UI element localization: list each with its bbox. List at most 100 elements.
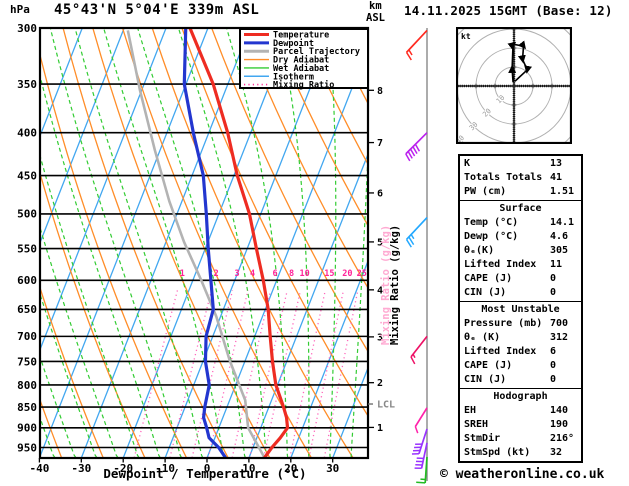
svg-text:3: 3 <box>235 269 240 279</box>
table-row-label: CAPE (J) <box>464 273 513 284</box>
svg-text:600: 600 <box>17 274 37 287</box>
wind-barb <box>410 335 428 365</box>
sounding-app: hPa 45°43'N 5°04'E 339m ASL km ASL 14.11… <box>0 0 629 486</box>
table-row: CAPE (J) 0 <box>460 272 581 286</box>
table-row-value: 700 <box>550 318 569 329</box>
table-row: θₑ (K) 312 <box>460 331 581 345</box>
temperature-axis-label: Dewpoint / Temperature (°C) <box>103 466 307 481</box>
svg-text:6: 6 <box>272 269 277 279</box>
svg-text:1: 1 <box>180 269 185 279</box>
table-row-label: θₑ(K) <box>464 245 495 256</box>
svg-text:2: 2 <box>377 378 383 389</box>
table-row-value: 305 <box>550 245 569 256</box>
svg-text:650: 650 <box>17 303 37 316</box>
lcl-marker: LCL <box>377 400 395 411</box>
table-row-label: StmSpd (kt) <box>464 447 531 458</box>
table-row: Lifted Index 11 <box>460 258 581 272</box>
svg-text:900: 900 <box>17 422 37 435</box>
table-row-label: PW (cm) <box>464 186 507 197</box>
table-row: CIN (J) 0 <box>460 373 581 387</box>
table-row-value: 4.6 <box>550 231 569 242</box>
table-row-label: Pressure (mb) <box>464 318 543 329</box>
table-section: K 13 Totals Totals 41 PW (cm) 1.51 <box>460 156 581 200</box>
table-row-label: θₑ (K) <box>464 332 501 343</box>
table-row-value: 0 <box>550 374 557 385</box>
svg-text:7: 7 <box>377 138 383 149</box>
table-row-label: Lifted Index <box>464 346 537 357</box>
table-row-value: 0 <box>550 287 557 298</box>
table-row: StmDir 216° <box>460 432 581 446</box>
skewt-diagram: 1 2 3 4 6 8 10 15 20 25 300 350 400 450 500 550 600 650 70… <box>17 22 428 484</box>
wind-barb <box>405 132 428 162</box>
svg-text:850: 850 <box>17 401 37 414</box>
table-row-value: 140 <box>550 405 569 416</box>
table-row-value: 32 <box>550 447 563 458</box>
table-row-value: 11 <box>550 259 563 270</box>
table-row-label: CAPE (J) <box>464 360 513 371</box>
table-row: EH 140 <box>460 404 581 418</box>
table-row: Lifted Index 6 <box>460 345 581 359</box>
indices-table: K 13 Totals Totals 41 PW (cm) 1.51 Surface Temp… <box>458 154 583 463</box>
mixing-ratio-axis-label: Mixing Ratio (g/kg) <box>389 225 401 345</box>
table-row-value: 0 <box>550 360 557 371</box>
svg-text:20: 20 <box>342 269 352 279</box>
table-row-value: 190 <box>550 419 569 430</box>
svg-text:6: 6 <box>377 188 383 199</box>
table-section: Most Unstable Pressure (mb) 700 θₑ (K) 312 Li… <box>460 301 581 388</box>
wind-barb <box>405 29 428 61</box>
table-row: K 13 <box>460 157 581 171</box>
svg-text:700: 700 <box>17 330 37 343</box>
table-row-value: 0 <box>550 273 557 284</box>
table-row-label: Temp (°C) <box>464 217 519 228</box>
wind-barb-column <box>405 28 428 484</box>
wind-barb <box>405 216 428 248</box>
svg-text:400: 400 <box>17 126 37 139</box>
svg-text:4: 4 <box>250 269 255 279</box>
table-row: SREH 190 <box>460 418 581 432</box>
table-row-label: EH <box>464 405 477 416</box>
table-section-header: Most Unstable <box>481 304 560 315</box>
table-row-value: 14.1 <box>550 217 575 228</box>
table-row: Totals Totals 41 <box>460 171 581 185</box>
table-section: Surface Temp (°C) 14.1 Dewp (°C) 4.6 θₑ(K) 305… <box>460 200 581 301</box>
svg-text:500: 500 <box>17 208 37 221</box>
legend: TemperatureDewpointParcel TrajectoryDry … <box>239 28 369 91</box>
table-row-label: Totals Totals <box>464 172 543 183</box>
table-row: CIN (J) 0 <box>460 286 581 300</box>
table-section-header: Surface <box>499 203 542 214</box>
table-row-label: StmDir <box>464 433 501 444</box>
svg-text:300: 300 <box>17 22 37 35</box>
sounding-curves <box>126 28 290 458</box>
table-row: Pressure (mb) 700 <box>460 317 581 331</box>
table-row-value: 41 <box>550 172 563 183</box>
table-row-value: 216° <box>550 433 575 444</box>
svg-text:25: 25 <box>357 269 367 279</box>
table-row-value: 312 <box>550 332 569 343</box>
svg-text:350: 350 <box>17 78 37 91</box>
table-row-value: 13 <box>550 158 563 169</box>
table-row-label: CIN (J) <box>464 287 507 298</box>
table-row-value: 6 <box>550 346 557 357</box>
svg-text:2: 2 <box>214 269 219 279</box>
svg-text:10: 10 <box>300 269 310 279</box>
table-row-value: 1.51 <box>550 186 575 197</box>
svg-text:950: 950 <box>17 441 37 454</box>
svg-text:Mixing Ratio: Mixing Ratio <box>273 80 334 91</box>
hodograph-panel: 10203040kt <box>456 27 572 144</box>
table-row: Temp (°C) 14.1 <box>460 216 581 230</box>
table-row: θₑ(K) 305 <box>460 244 581 258</box>
svg-text:800: 800 <box>17 379 37 392</box>
svg-text:550: 550 <box>17 242 37 255</box>
table-row: PW (cm) 1.51 <box>460 185 581 199</box>
table-row-label: K <box>464 158 471 169</box>
table-row-label: Lifted Index <box>464 259 537 270</box>
table-row: StmSpd (kt) 32 <box>460 446 581 460</box>
table-row: CAPE (J) 0 <box>460 359 581 373</box>
mixing-ratio-lines: 1 2 3 4 6 8 10 15 20 25 <box>133 269 367 458</box>
table-row: Dewp (°C) 4.6 <box>460 230 581 244</box>
table-section-header: Hodograph <box>493 391 548 402</box>
table-section: Hodograph EH 140 SREH 190 StmDir 216° StmSpd (k… <box>460 388 581 461</box>
svg-text:1: 1 <box>377 423 383 434</box>
credit-footer: © weatheronline.co.uk <box>440 467 605 482</box>
hodograph-unit-label: kt <box>461 32 471 41</box>
